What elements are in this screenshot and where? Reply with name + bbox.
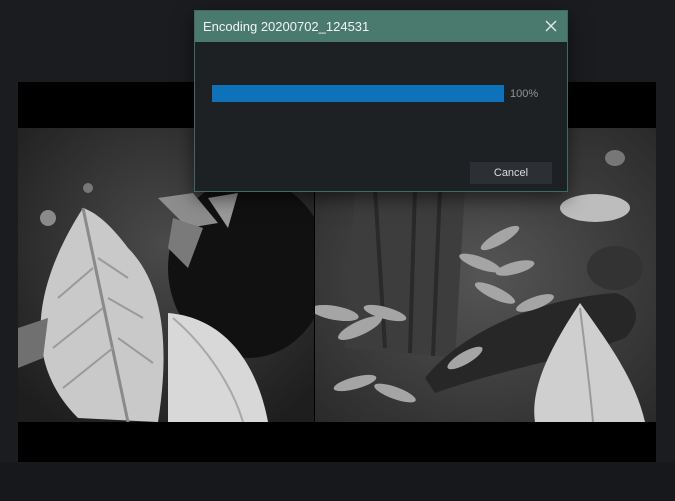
close-icon[interactable] [541, 16, 561, 36]
progress-bar [212, 85, 504, 102]
progress-bar-fill [212, 85, 504, 102]
bottom-bar [0, 462, 675, 501]
cancel-button[interactable]: Cancel [470, 162, 552, 184]
progress-percent-label: 100% [510, 88, 539, 100]
dialog-title: Encoding 20200702_124531 [203, 19, 370, 34]
encoding-dialog: Encoding 20200702_124531 100% Cancel [194, 10, 568, 192]
dialog-titlebar[interactable]: Encoding 20200702_124531 [195, 11, 567, 42]
